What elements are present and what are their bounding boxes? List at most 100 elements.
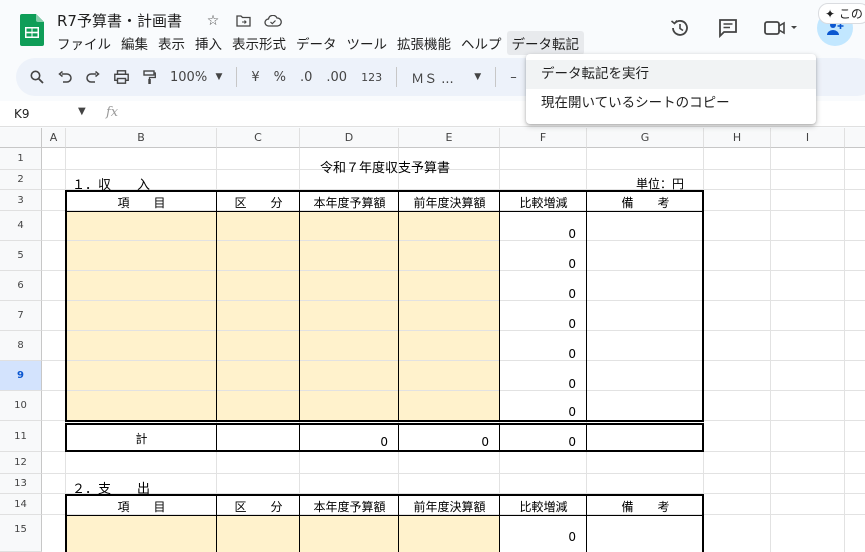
col-header-e[interactable]: E [399,128,500,148]
zoom-value: 100% [170,69,208,85]
header-item: 項 目 [117,196,166,210]
table-border [65,450,704,452]
meet-video-icon[interactable] [759,11,803,45]
total-difference[interactable]: 0 [500,435,582,449]
header-difference: 比較増減 [519,196,568,210]
col-header-i[interactable]: I [771,128,845,148]
col-header-c[interactable]: C [217,128,300,148]
menu-help[interactable]: ヘルプ [456,31,507,55]
table-border [586,190,587,422]
name-box-dropdown-icon[interactable]: ▼ [78,106,86,117]
total-prev-settlement[interactable]: 0 [399,435,495,449]
menu-file[interactable]: ファイル [52,31,116,55]
table-border [65,211,704,212]
comments-icon[interactable] [711,11,745,45]
gridline-horizontal [42,240,865,241]
title-bar: R7予算書・計画書 ☆ ファイル 編集 表示 挿入 表示形式 データ ツール 拡… [0,0,865,56]
menu-item-copy-sheet[interactable]: 現在開いているシートのコピー [526,89,816,118]
income-diff-cell[interactable]: 0 [500,317,582,331]
zoom-select[interactable]: 100% ▼ [170,70,222,85]
row-header-4[interactable]: 4 [0,211,42,241]
expense-input-area[interactable] [66,515,500,552]
row-header-14[interactable]: 14 [0,494,42,515]
income-diff-cell[interactable]: 0 [500,257,582,271]
row-header-2[interactable]: 2 [0,170,42,190]
row-header-1[interactable]: 1 [0,148,42,170]
table-border [65,420,704,422]
sheet-grid[interactable]: A B C D E F G H I 1 2 3 4 5 6 7 8 9 10 1… [0,128,865,552]
row-header-10[interactable]: 10 [0,391,42,421]
row-header-15[interactable]: 15 [0,515,42,552]
version-history-icon[interactable] [663,11,697,45]
table-border [65,423,704,425]
dropdown-arrow-icon: ▼ [474,72,482,82]
gridline-vertical [770,148,771,552]
row-header-6[interactable]: 6 [0,271,42,301]
row-header-8[interactable]: 8 [0,331,42,361]
col-header-h[interactable]: H [704,128,771,148]
menu-edit[interactable]: 編集 [116,31,153,55]
income-diff-cell[interactable]: 0 [500,377,582,391]
star-icon[interactable]: ☆ [203,12,223,30]
undo-icon[interactable] [58,71,72,83]
gridline-vertical [844,148,845,552]
select-all-corner[interactable] [0,128,42,148]
font-select[interactable]: ＭＳ ... ▼ [411,68,481,87]
cloud-status-icon[interactable] [263,12,283,30]
col-header-j[interactable] [845,128,865,148]
row-header-5[interactable]: 5 [0,241,42,271]
total-current-budget[interactable]: 0 [300,435,394,449]
name-box[interactable]: K9 [14,107,30,121]
menu-data-transfer[interactable]: データ転記 [506,31,584,55]
search-icon[interactable] [30,70,44,84]
menu-insert[interactable]: 挿入 [190,31,227,55]
row-header-3[interactable]: 3 [0,190,42,211]
expense-diff-cell[interactable]: 0 [500,530,582,544]
fx-icon: fx [106,105,119,120]
print-icon[interactable] [114,70,129,84]
col-header-b[interactable]: B [66,128,217,148]
row-header-9[interactable]: 9 [0,361,42,391]
paint-format-icon[interactable] [143,69,156,85]
gridline-horizontal [42,330,865,331]
menu-tools[interactable]: ツール [342,31,393,55]
unit-label: 単位：円 [636,177,685,191]
document-title[interactable]: R7予算書・計画書 [57,10,182,31]
percent-format-button[interactable]: % [274,70,286,85]
row-header-7[interactable]: 7 [0,301,42,331]
menu-data[interactable]: データ [291,31,342,55]
row-header-13[interactable]: 13 [0,474,42,494]
move-folder-icon[interactable] [233,12,253,30]
income-diff-cell[interactable]: 0 [500,287,582,301]
increase-decimal-button[interactable]: .00 [326,70,347,85]
income-diff-cell[interactable]: 0 [500,347,582,361]
header-difference: 比較増減 [519,500,568,514]
font-size-decrease-button[interactable]: – [510,70,517,85]
col-header-a[interactable]: A [42,128,66,148]
menu-view[interactable]: 表示 [153,31,190,55]
menu-format[interactable]: 表示形式 [227,31,291,55]
table-border [65,190,67,422]
more-formats-button[interactable]: 123 [361,71,382,84]
currency-format-button[interactable]: ¥ [251,70,259,85]
decrease-decimal-button[interactable]: .0 [300,70,312,85]
expense-section-label: ２．支 出 [72,482,151,497]
table-border [702,190,704,422]
col-header-g[interactable]: G [587,128,704,148]
sparkle-icon: ✦ [825,6,839,21]
menu-item-run-transfer[interactable]: データ転記を実行 [526,60,816,89]
income-diff-cell[interactable]: 0 [500,405,582,419]
row-header-12[interactable]: 12 [0,452,42,474]
sheets-logo-icon[interactable] [20,14,44,46]
income-diff-cell[interactable]: 0 [500,227,582,241]
col-header-f[interactable]: F [500,128,587,148]
col-header-d[interactable]: D [300,128,399,148]
gemini-label: この [838,7,863,21]
table-border [398,190,399,422]
row-header-11[interactable]: 11 [0,421,42,452]
header-category: 区 分 [234,196,283,210]
menu-extensions[interactable]: 拡張機能 [392,31,456,55]
gemini-button[interactable]: ✦ この [818,3,865,24]
redo-icon[interactable] [86,71,100,83]
toolbar-divider [396,67,398,87]
